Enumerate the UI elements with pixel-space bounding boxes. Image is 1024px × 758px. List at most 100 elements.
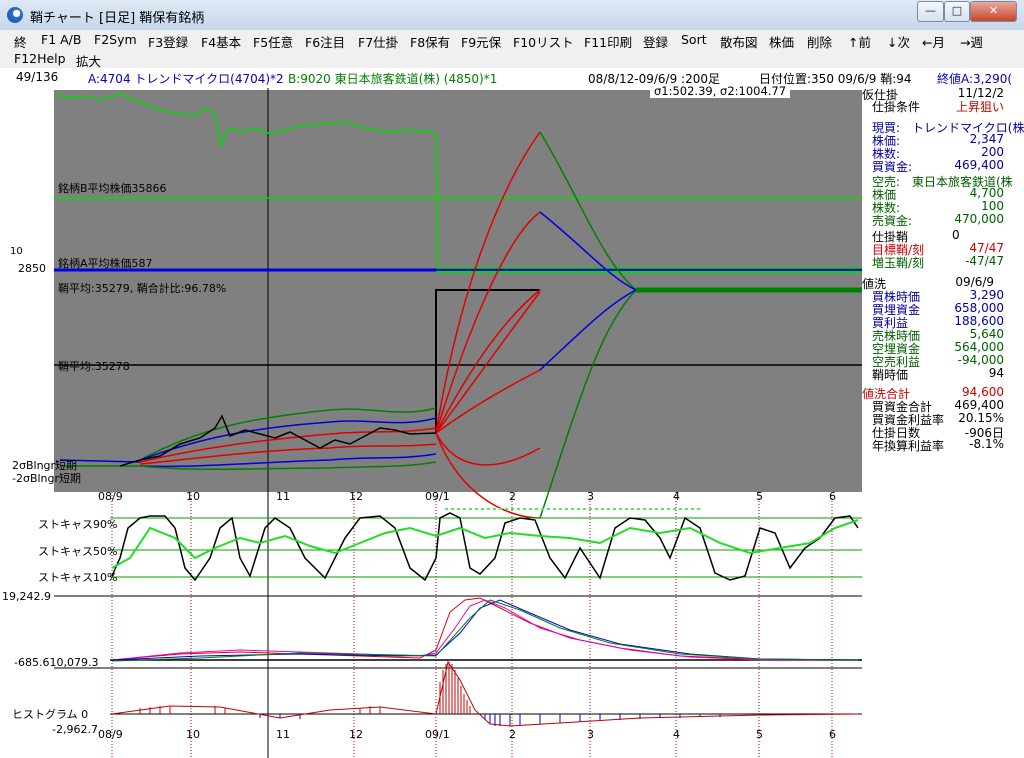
maximize-button[interactable]: □ [944, 1, 970, 22]
menu-f7-entry[interactable]: F7仕掛 [358, 32, 398, 51]
add-value: -47/47 [965, 254, 1004, 268]
condition-label: 仕掛条件 [872, 100, 921, 114]
x-label-bottom-6: 3 [587, 728, 594, 741]
x-label-3: 12 [349, 490, 363, 503]
stoch-50-label: ストキャス50% [38, 545, 117, 558]
total-value: 94,600 [962, 385, 1004, 399]
menu-f6-watch[interactable]: F6注目 [305, 32, 345, 51]
x-label-bottom-7: 4 [673, 728, 680, 741]
x-label-0: 08/9 [98, 490, 123, 503]
buy-amount: 469,400 [954, 158, 1004, 172]
annual-label: 年換算利益率 [872, 439, 945, 453]
band-upper-label: 2σBlngr短期 [12, 458, 77, 472]
x-label-1: 10 [186, 490, 200, 503]
rate-value: 20.15% [958, 411, 1004, 425]
info-bar: 49/136 A:4704 トレンドマイクロ(4704)*2 B:9020 東日… [0, 68, 1024, 88]
app-icon [7, 7, 23, 23]
menu-register[interactable]: 登録 [643, 32, 668, 51]
menu-f11-print[interactable]: F11印刷 [584, 32, 632, 51]
x-label-5: 2 [509, 490, 516, 503]
window-title: 鞘チャート [日足] 鞘保有銘柄 [30, 11, 205, 26]
spread-time-label: 鞘時価 [872, 368, 909, 382]
record-count: 49/136 [16, 70, 59, 84]
short-fund: 564,000 [954, 340, 1004, 354]
sell-qty: 100 [981, 199, 1004, 213]
x-label-bottom-0: 08/9 [98, 728, 123, 741]
macd-top-label: 19,242.9 [2, 590, 51, 603]
histogram-bottom-label: -2,962.7 [52, 723, 98, 736]
menu-f4-basic[interactable]: F4基本 [201, 32, 241, 51]
buy-profit: 188,600 [954, 314, 1004, 328]
short-profit: -94,000 [957, 353, 1004, 367]
histogram-panel: ヒストグラム 0 -2,962.7 [12, 660, 862, 736]
close-date: 09/6/9 [955, 275, 994, 289]
stoch-10-label: ストキャス10% [38, 571, 117, 584]
spread-value: 0 [952, 228, 960, 242]
menu-f1-ab[interactable]: F1 A/B [41, 32, 81, 47]
sell-amount-label: 売資金: [872, 214, 913, 228]
stock-b-avg-label: 銘柄B平均株価35866 [58, 181, 167, 195]
band-lower-label: -2σBlngr短期 [12, 471, 81, 485]
stock-a-label: A:4704 トレンドマイクロ(4704)*2 [88, 72, 284, 86]
close-value-a: 終値A:3,290( [937, 72, 1013, 86]
x-label-bottom-2: 11 [276, 728, 290, 741]
menu-f8-hold[interactable]: F8保有 [410, 32, 450, 51]
menu-scatter[interactable]: 散布図 [720, 32, 758, 51]
menu-price[interactable]: 株価 [769, 32, 794, 51]
annual-value: -8.1% [969, 437, 1004, 451]
menu-f2-sym[interactable]: F2Sym [94, 32, 137, 47]
buy-name: トレンドマイクロ(株) [912, 121, 1024, 135]
buy-qty: 200 [981, 145, 1004, 159]
chart-area: 銘柄B平均株価35866 銘柄A平均株価587 鞘平均:35279, 鞘合計比:… [0, 84, 862, 758]
left-axis-2850: 2850 [18, 262, 46, 275]
left-axis-10: 10 [10, 246, 23, 257]
menu-f9-orig[interactable]: F9元保 [461, 32, 501, 51]
x-label-4: 09/1 [425, 490, 450, 503]
menu-f3-register[interactable]: F3登録 [148, 32, 188, 51]
close-button[interactable]: ✕ [970, 1, 1017, 22]
stoch-90-label: ストキャス90% [38, 518, 117, 531]
sell-amount: 470,000 [954, 212, 1004, 226]
spread-chart: 銘柄B平均株価35866 銘柄A平均株価587 鞘平均:35279, 鞘合計比:… [2, 88, 862, 758]
stock-b-label: B:9020 東日本旅客鉄道(株) (4850)*1 [288, 72, 498, 86]
menu-sort[interactable]: Sort [681, 32, 707, 47]
spread-time: 94 [988, 366, 1004, 380]
buy-price: 2,347 [969, 132, 1004, 146]
x-label-2: 11 [276, 490, 290, 503]
buy-total: 469,400 [954, 398, 1004, 412]
x-label-6: 3 [587, 490, 594, 503]
histogram-label: ヒストグラム 0 [12, 707, 88, 721]
buy-fund: 658,000 [954, 301, 1004, 315]
buy-time: 3,290 [969, 288, 1004, 302]
x-label-bottom-3: 12 [349, 728, 363, 741]
condition-value: 上昇狙い [955, 100, 1004, 114]
title-bar: 鞘チャート [日足] 鞘保有銘柄 — □ ✕ [0, 0, 1024, 30]
x-label-bottom-9: 6 [829, 728, 836, 741]
minimize-button[interactable]: — [917, 1, 944, 22]
spread-avg-label: 鞘平均:35278 [58, 359, 130, 373]
menu-f10-list[interactable]: F10リスト [513, 32, 574, 51]
x-label-bottom-1: 10 [186, 728, 200, 741]
x-label-bottom-8: 5 [756, 728, 763, 741]
menu-bar: 終 F1 A/B F2Sym F3登録 F4基本 F5任意 F6注目 F7仕掛 … [0, 30, 1024, 69]
x-label-8: 5 [756, 490, 763, 503]
add-label: 増玉鞘/刻 [872, 256, 925, 270]
menu-month[interactable]: ←月 [922, 32, 945, 51]
menu-f12-help[interactable]: F12Help [14, 51, 66, 66]
macd-bottom-label: -685.610,079.3 [14, 656, 98, 669]
menu-exit[interactable]: 終 [14, 32, 27, 51]
menu-f5-any[interactable]: F5任意 [253, 32, 293, 51]
sell-price: 4,700 [969, 186, 1004, 200]
side-panel: 仮仕掛 仕掛条件 11/12/2 上昇狙い 現買: トレンドマイクロ(株) 株価… [862, 86, 1024, 486]
stock-a-avg-label: 銘柄A平均株価587 [58, 256, 153, 270]
spread-avg-ratio-label: 鞘平均:35279, 鞘合計比:96.78% [58, 281, 226, 295]
menu-prev[interactable]: ↑前 [848, 32, 871, 51]
stochastic-panel: ストキャス90% ストキャス50% ストキャス10% [38, 508, 862, 584]
x-label-9: 6 [829, 490, 836, 503]
x-label-bottom-5: 2 [509, 728, 516, 741]
target-value: 47/47 [969, 241, 1004, 255]
menu-delete[interactable]: 削除 [807, 32, 832, 51]
menu-week[interactable]: →週 [960, 32, 983, 51]
menu-next[interactable]: ↓次 [887, 32, 910, 51]
macd-panel: 19,242.9 -685.610,079.3 [2, 590, 862, 669]
